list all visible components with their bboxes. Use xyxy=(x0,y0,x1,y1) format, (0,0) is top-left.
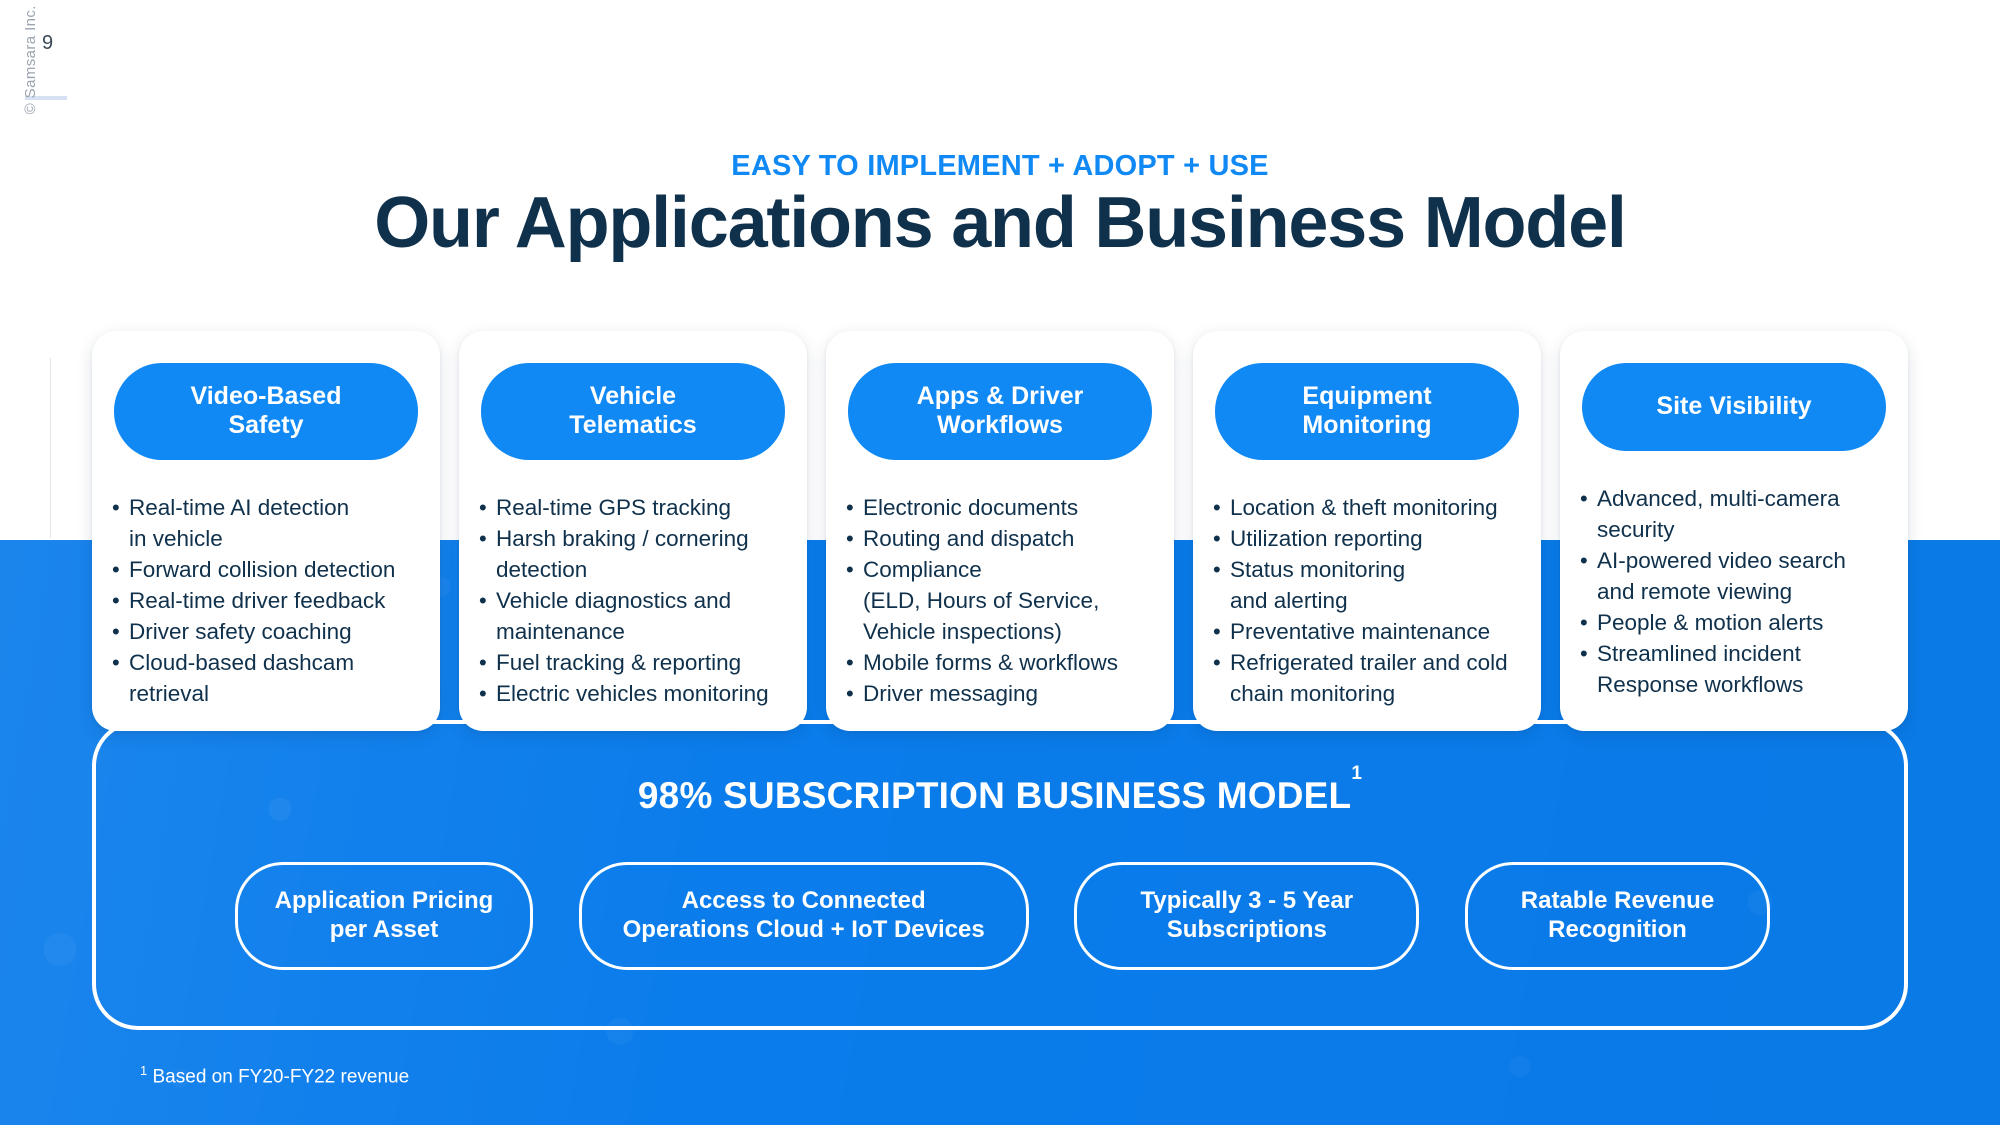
footnote: 1 Based on FY20-FY22 revenue xyxy=(140,1063,409,1088)
list-item: Cloud-based dashcam retrieval xyxy=(112,647,430,709)
card-title-pill: Equipment Monitoring xyxy=(1215,363,1519,460)
list-item: Preventative maintenance xyxy=(1213,616,1531,647)
card-title: Vehicle Telematics xyxy=(569,382,697,440)
list-item: Status monitoring and alerting xyxy=(1213,554,1531,616)
list-item: Refrigerated trailer and cold chain moni… xyxy=(1213,647,1531,709)
list-item: Electric vehicles monitoring xyxy=(479,678,797,709)
subscription-pills: Application Pricing per Asset Access to … xyxy=(235,862,1770,970)
list-item: Vehicle diagnostics and maintenance xyxy=(479,585,797,647)
subscription-title: 98% SUBSCRIPTION BUSINESS MODEL1 xyxy=(0,763,2000,817)
card-vehicle-telematics[interactable]: Vehicle Telematics Real-time GPS trackin… xyxy=(459,331,807,731)
card-equipment-monitoring[interactable]: Equipment Monitoring Location & theft mo… xyxy=(1193,331,1541,731)
list-item: Advanced, multi-camera security xyxy=(1580,483,1898,545)
list-item: Location & theft monitoring xyxy=(1213,492,1531,523)
confidential-notice: © Samsara Inc. Confidential. xyxy=(22,0,39,115)
pill-access-to-connected-operations-cloud[interactable]: Access to Connected Operations Cloud + I… xyxy=(578,862,1029,970)
card-bullet-list: Location & theft monitoring Utilization … xyxy=(1213,492,1541,709)
card-bullet-list: Real-time GPS tracking Harsh braking / c… xyxy=(479,492,807,709)
subscription-title-footnote-marker: 1 xyxy=(1351,763,1363,785)
card-title: Apps & Driver Workflows xyxy=(916,382,1084,440)
card-title-pill: Apps & Driver Workflows xyxy=(848,363,1152,460)
list-item: Harsh braking / cornering detection xyxy=(479,523,797,585)
application-cards: Video-Based Safety Real-time AI detectio… xyxy=(92,331,1908,731)
subscription-title-text: 98% SUBSCRIPTION BUSINESS MODEL xyxy=(637,775,1352,816)
list-item: Real-time AI detection in vehicle xyxy=(112,492,430,554)
card-site-visibility[interactable]: Site Visibility Advanced, multi-camera s… xyxy=(1560,331,1908,731)
page-title: Our Applications and Business Model xyxy=(374,183,1627,263)
footnote-text: Based on FY20-FY22 revenue xyxy=(147,1066,410,1088)
list-item: Fuel tracking & reporting xyxy=(479,647,797,678)
list-item: Streamlined incident Response workflows xyxy=(1580,638,1898,700)
pill-ratable-revenue-recognition[interactable]: Ratable Revenue Recognition xyxy=(1464,862,1770,970)
list-item: Driver safety coaching xyxy=(112,616,430,647)
eyebrow-text: EASY TO IMPLEMENT + ADOPT + USE xyxy=(731,150,1269,182)
pill-subscription-term[interactable]: Typically 3 - 5 Year Subscriptions xyxy=(1074,862,1420,970)
card-title-pill: Site Visibility xyxy=(1582,363,1886,451)
pill-application-pricing[interactable]: Application Pricing per Asset xyxy=(235,862,533,970)
rail-vertical-line xyxy=(50,358,51,538)
list-item: Real-time driver feedback xyxy=(112,585,430,616)
card-bullet-list: Advanced, multi-camera security AI-power… xyxy=(1580,483,1908,700)
list-item: AI-powered video search and remote viewi… xyxy=(1580,545,1898,607)
list-item: Driver messaging xyxy=(846,678,1164,709)
card-title: Equipment Monitoring xyxy=(1302,382,1432,440)
list-item: Mobile forms & workflows xyxy=(846,647,1164,678)
card-title-pill: Vehicle Telematics xyxy=(481,363,785,460)
card-bullet-list: Electronic documents Routing and dispatc… xyxy=(846,492,1174,709)
card-title: Video-Based Safety xyxy=(190,382,342,440)
card-video-based-safety[interactable]: Video-Based Safety Real-time AI detectio… xyxy=(92,331,440,731)
card-title-pill: Video-Based Safety xyxy=(114,363,418,460)
slide: 9 © Samsara Inc. Confidential. EASY TO I… xyxy=(0,0,2000,1125)
list-item: Utilization reporting xyxy=(1213,523,1531,554)
card-apps-and-driver-workflows[interactable]: Apps & Driver Workflows Electronic docum… xyxy=(826,331,1174,731)
list-item: Compliance (ELD, Hours of Service, Vehic… xyxy=(846,554,1164,647)
list-item: People & motion alerts xyxy=(1580,607,1898,638)
card-title: Site Visibility xyxy=(1656,392,1812,421)
card-bullet-list: Real-time AI detection in vehicle Forwar… xyxy=(112,492,440,709)
list-item: Electronic documents xyxy=(846,492,1164,523)
list-item: Real-time GPS tracking xyxy=(479,492,797,523)
page-number: 9 xyxy=(42,32,54,54)
list-item: Forward collision detection xyxy=(112,554,430,585)
list-item: Routing and dispatch xyxy=(846,523,1164,554)
